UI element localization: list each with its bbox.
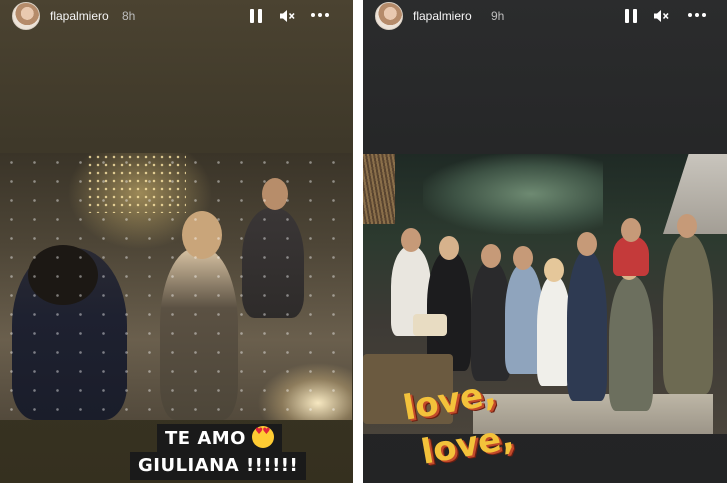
photo-person-head <box>621 218 641 242</box>
username[interactable]: flapalmiero <box>50 9 109 23</box>
photo-person <box>609 276 653 411</box>
pause-icon[interactable] <box>250 9 262 23</box>
photo-person-head <box>577 232 597 256</box>
photo-person-head <box>544 258 564 282</box>
mute-icon[interactable] <box>653 8 669 24</box>
photo-person <box>427 251 471 371</box>
photo-person <box>537 276 571 386</box>
heart-eyes-emoji-icon <box>252 426 274 448</box>
caption-text: GIULIANA !!!!!! <box>138 455 299 476</box>
birthday-cake <box>413 314 447 336</box>
photo-person <box>567 251 607 401</box>
story-header: flapalmiero 8h <box>0 0 353 34</box>
photo-person-head <box>401 228 421 252</box>
caption-line-1: TE AMO <box>157 424 282 453</box>
timestamp: 8h <box>122 9 136 23</box>
avatar[interactable] <box>375 2 403 30</box>
photo-person-head <box>439 236 459 260</box>
confetti <box>0 153 352 420</box>
pause-icon[interactable] <box>625 9 637 23</box>
photo-person <box>663 234 713 394</box>
story-panel-left[interactable]: flapalmiero 8h TE AMO GIULIANA !!!!!! <box>0 0 353 483</box>
photo-person-head <box>677 214 697 238</box>
username[interactable]: flapalmiero <box>413 9 472 23</box>
photo-person-head <box>513 246 533 270</box>
caption-line-2: GIULIANA !!!!!! <box>130 452 307 480</box>
avatar[interactable] <box>12 2 40 30</box>
more-options-icon[interactable] <box>311 13 329 18</box>
more-options-icon[interactable] <box>688 13 706 18</box>
photo-person-head <box>481 244 501 268</box>
mute-icon[interactable] <box>279 8 295 24</box>
caption-text: TE AMO <box>165 428 246 449</box>
photo-person <box>613 236 649 276</box>
story-panel-right[interactable]: flapalmiero 9h love, love, <box>363 0 727 483</box>
timestamp: 9h <box>491 9 505 23</box>
story-header: flapalmiero 9h <box>363 0 727 34</box>
story-photo <box>0 153 352 420</box>
